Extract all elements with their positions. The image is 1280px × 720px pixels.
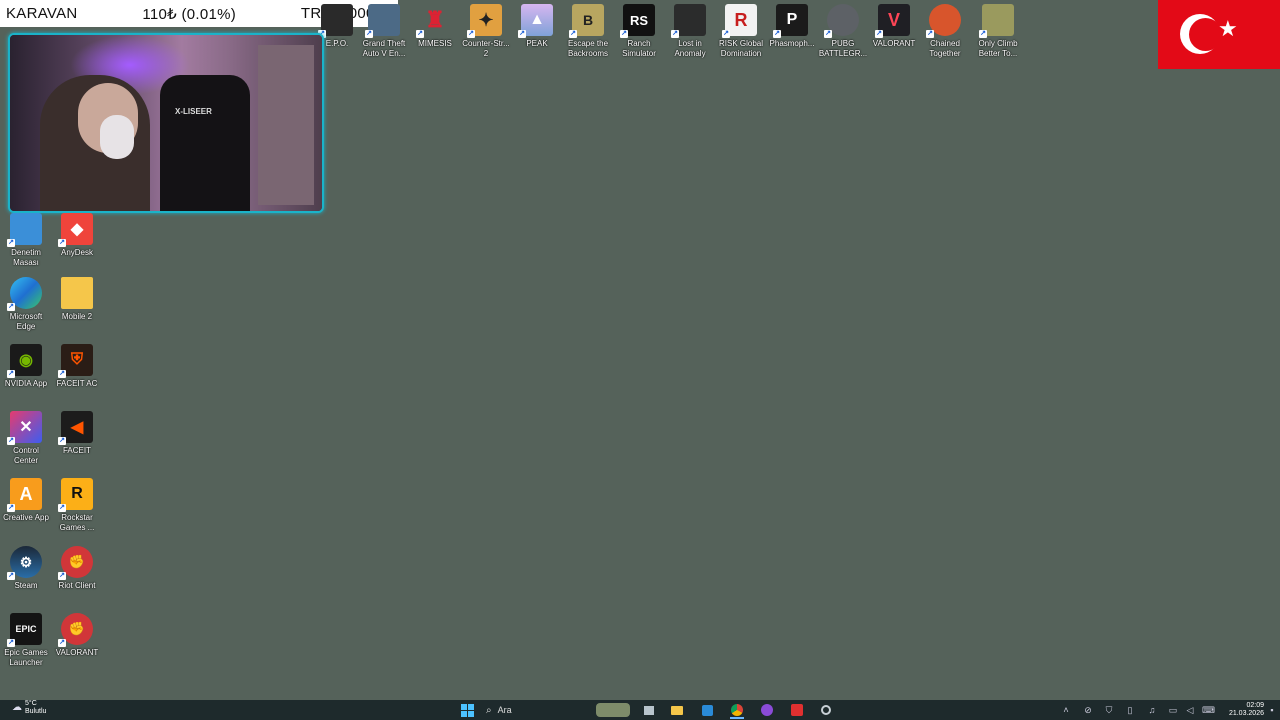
chevron-up-icon[interactable]: ˄ (1060, 704, 1072, 716)
desktop-icon-riot-client[interactable]: ✊ ↗ Riot Client (51, 546, 103, 591)
circle-app-icon (821, 705, 831, 715)
turkey-flag-image: ★ (1158, 0, 1280, 69)
control-center-icon: ✕ ↗ (7, 411, 42, 445)
peak-mountain-icon: ▲ ↗ (518, 4, 553, 38)
desktop-icon-gta-v[interactable]: ↗ Grand Theft Auto V En... (358, 4, 410, 59)
nvidia-icon: ◉ ↗ (7, 344, 42, 378)
headset-image (100, 115, 134, 159)
backrooms-icon: B ↗ (569, 4, 604, 38)
riot-client-icon: ✊ ↗ (58, 546, 93, 580)
phasmophobia-icon: P ↗ (773, 4, 808, 38)
desktop-icon-microsoft-edge[interactable]: ↗ Microsoft Edge (0, 277, 52, 332)
start-button[interactable] (460, 703, 474, 717)
desktop-icon-control-center[interactable]: ✕ ↗ Control Center (0, 411, 52, 466)
desktop-icon-nvidia-app[interactable]: ◉ ↗ NVIDIA App (0, 344, 52, 389)
desktop-icon-steam[interactable]: ⚙ ↗ Steam (0, 546, 52, 591)
mimesis-icon: ♜ ↗ (416, 7, 445, 38)
faceit-ac-shield-icon: ⛨ ↗ (58, 344, 93, 378)
clock-time: 02:09 (1246, 702, 1264, 709)
clock-date: 21.03.2026 (1228, 710, 1264, 717)
desktop-icon-chained-together[interactable]: ↗ Chained Together (919, 4, 971, 59)
desktop-icon-epic-games[interactable]: EPIC ↗ Epic Games Launcher (0, 613, 52, 668)
desktop-icon-faceit-ac[interactable]: ⛨ ↗ FACEIT AC (51, 344, 103, 389)
risk-icon: R ↗ (722, 4, 757, 38)
taskbar-app-circle[interactable] (819, 703, 833, 717)
desktop-icon-creative-app[interactable]: A ↗ Creative App (0, 478, 52, 523)
epic-games-icon: EPIC ↗ (7, 613, 42, 647)
steam-icon: ⚙ ↗ (7, 546, 42, 580)
desktop-icon-counter-strike-2[interactable]: ✦ ↗ Counter-Str... 2 (460, 4, 512, 59)
control-panel-icon: ↗ (7, 213, 42, 247)
store-icon (701, 704, 713, 716)
counter-strike-icon: ✦ ↗ (467, 4, 502, 38)
creative-app-icon: A ↗ (7, 478, 42, 512)
taskbar-app-discord-like[interactable] (760, 703, 774, 717)
desktop-icon-valorant-top[interactable]: V ↗ VALORANT (868, 4, 920, 49)
desktop-icon-rockstar-games[interactable]: R ↗ Rockstar Games ... (51, 478, 103, 533)
lost-in-anomaly-icon: ↗ (671, 4, 706, 38)
network-off-icon[interactable]: ⊘ (1082, 704, 1094, 716)
taskbar-search[interactable]: ⌕ Ara (486, 703, 576, 717)
desktop-icon-pubg[interactable]: ↗ PUBG BATTLEGR... (817, 4, 869, 59)
microphone-icon[interactable]: ♫ (1146, 704, 1158, 716)
taskbar-app-chrome[interactable] (730, 703, 744, 719)
notification-icon[interactable]: ▪ (1266, 704, 1278, 716)
desktop-icon-ranch-simulator[interactable]: RS ↗ Ranch Simulator (613, 4, 665, 59)
search-placeholder: Ara (497, 705, 512, 715)
streamer-name: KARAVAN (6, 5, 78, 22)
donation-balance: 110₺ (0.01%) (142, 5, 237, 23)
display-icon[interactable]: ▭ (1167, 704, 1179, 716)
folder-icon (61, 277, 93, 309)
gta-v-icon: ↗ (365, 4, 400, 38)
desktop-icon-lost-in-anomaly[interactable]: ↗ Lost in Anomaly (664, 4, 716, 59)
search-icon: ⌕ (486, 704, 492, 716)
weather-desc: Bulutlu (25, 708, 47, 715)
chained-together-icon: ↗ (926, 4, 961, 38)
system-clock[interactable]: 02:09 21.03.2026 (1222, 702, 1264, 718)
battery-icon[interactable]: ▯ (1124, 704, 1136, 716)
chair-brand-logo: X-LISEER (175, 107, 212, 116)
webcam-overlay: X-LISEER (8, 33, 324, 213)
keyboard-icon[interactable]: ⌨ (1202, 704, 1215, 716)
desktop-icon-anydesk[interactable]: ◆ ↗ AnyDesk (51, 213, 103, 258)
desktop-icon-risk[interactable]: R ↗ RISK Global Domination (715, 4, 767, 59)
desktop-icon-faceit[interactable]: ◀ ↗ FACEIT (51, 411, 103, 456)
taskbar-app-task-view[interactable] (642, 703, 656, 717)
task-view-icon (644, 705, 654, 715)
faceit-icon: ◀ ↗ (58, 411, 93, 445)
record-app-icon (791, 704, 803, 716)
taskbar-app-store[interactable] (700, 703, 714, 717)
cloud-icon: ☁ (12, 702, 22, 713)
taskbar-app-file-explorer[interactable] (670, 703, 684, 717)
search-highlight-image[interactable] (596, 703, 630, 717)
ranch-simulator-icon: RS ↗ (620, 4, 655, 38)
taskbar-app-obs-red[interactable] (790, 703, 804, 717)
anydesk-icon: ◆ ↗ (58, 213, 93, 247)
weather-temp: 5°C (25, 700, 37, 707)
desktop-icon-escape-backrooms[interactable]: B ↗ Escape the Backrooms (562, 4, 614, 59)
speaker-icon[interactable]: ◁ (1184, 704, 1196, 716)
desktop-icon-denetim-masasi[interactable]: ↗ Denetim Masası (0, 213, 52, 268)
weather-widget[interactable]: ☁ 5°C Bulutlu (12, 700, 47, 715)
desktop-icon-valorant[interactable]: ✊ ↗ VALORANT (51, 613, 103, 658)
only-climb-icon: ↗ (979, 4, 1014, 38)
desktop-icon-mimesis[interactable]: ♜ ↗ MIMESIS (409, 4, 461, 49)
desktop-icon-phasmophobia[interactable]: P ↗ Phasmoph... (766, 4, 818, 49)
riot-valorant-icon: ✊ ↗ (58, 613, 93, 647)
chat-app-icon (761, 704, 773, 716)
taskbar: ☁ 5°C Bulutlu ⌕ Ara ˄ ⊘ ⛉ ▯ ♫ ▭ ◁ ⌨ 02:0… (0, 700, 1280, 720)
desktop-icon-only-climb[interactable]: ↗ Only Climb Better To... (972, 4, 1024, 59)
desktop-icon-mobile-2[interactable]: Mobile 2 (51, 277, 103, 322)
valorant-icon: V ↗ (875, 4, 910, 38)
epo-icon: ↗ (318, 4, 353, 38)
shield-icon[interactable]: ⛉ (1103, 704, 1115, 716)
chrome-icon (731, 704, 743, 716)
rockstar-icon: R ↗ (58, 478, 93, 512)
windows-logo-icon (460, 703, 474, 717)
pubg-helmet-icon: ↗ (824, 4, 859, 38)
desktop-icon-peak[interactable]: ▲ ↗ PEAK (511, 4, 563, 49)
edge-icon: ↗ (7, 277, 42, 311)
folder-icon (671, 705, 683, 715)
